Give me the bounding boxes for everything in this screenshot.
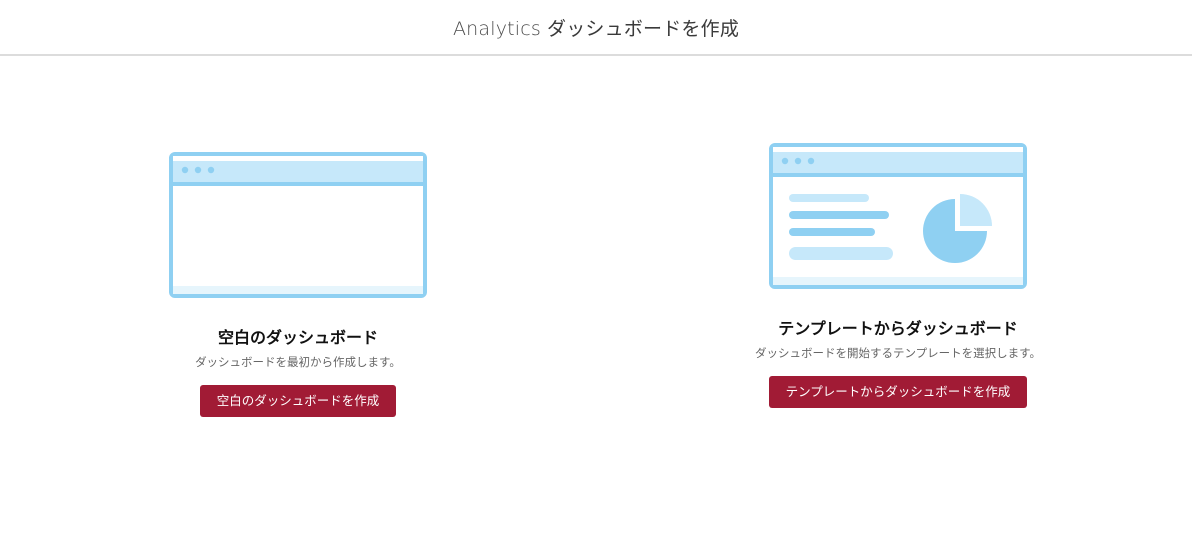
page-title: Analytics ダッシュボードを作成 xyxy=(453,14,739,41)
option-title: テンプレートからダッシュボード xyxy=(778,319,1018,338)
option-title: 空白のダッシュボード xyxy=(217,328,378,347)
page-header: Analytics ダッシュボードを作成 xyxy=(0,0,1192,56)
create-template-dashboard-button[interactable]: テンプレートからダッシュボードを作成 xyxy=(768,376,1028,408)
template-dashboard-option: テンプレートからダッシュボード ダッシュボードを開始するテンプレートを選択します… xyxy=(740,143,1056,408)
blank-dashboard-option: 空白のダッシュボード ダッシュボードを最初から作成します。 空白のダッシュボード… xyxy=(150,152,446,417)
page-title-text: ダッシュボードを作成 xyxy=(547,17,740,40)
create-blank-dashboard-button[interactable]: 空白のダッシュボードを作成 xyxy=(199,385,397,417)
option-description: ダッシュボードを最初から作成します。 xyxy=(195,355,401,369)
template-dashboard-icon xyxy=(769,143,1027,289)
blank-dashboard-icon xyxy=(169,152,427,298)
option-description: ダッシュボードを開始するテンプレートを選択します。 xyxy=(754,346,1041,360)
brand-name: Analytics xyxy=(452,17,542,40)
